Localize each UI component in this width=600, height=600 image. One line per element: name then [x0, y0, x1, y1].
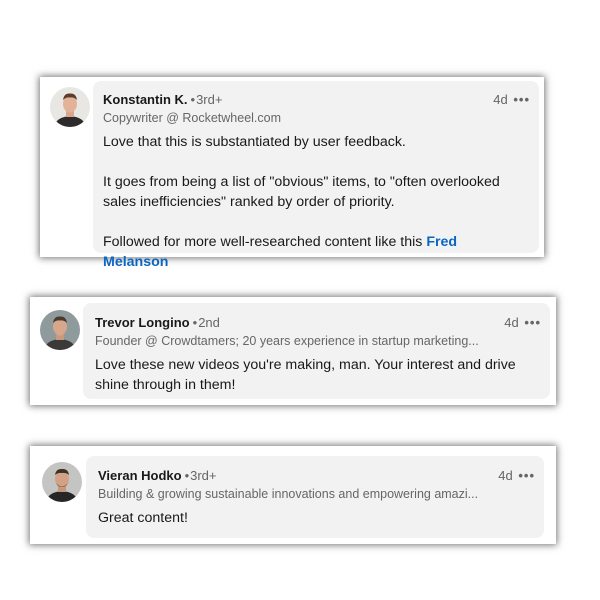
author-headline: Building & growing sustainable innovatio… — [98, 487, 479, 501]
author-name[interactable]: Vieran Hodko — [98, 468, 182, 483]
avatar[interactable] — [50, 87, 90, 127]
comment-paragraph: Love these new videos you're making, man… — [95, 357, 516, 393]
comment-paragraph: Love that this is substantiated by user … — [103, 134, 406, 150]
comment-card: Vieran Hodko •3rd+ Building & growing sus… — [30, 446, 556, 544]
comment-card: Konstantin K. •3rd+ Copywriter @ Rocketwh… — [40, 77, 544, 270]
comment-text: Love that this is substantiated by user … — [103, 132, 523, 272]
comment-meta: 4d ••• — [504, 315, 541, 330]
author-line: Konstantin K. •3rd+ — [103, 92, 222, 107]
comment-paragraph: Followed for more well-researched conten… — [103, 232, 523, 272]
separator-dot: • — [184, 468, 190, 483]
more-horizontal-icon[interactable]: ••• — [524, 315, 541, 330]
separator-dot: • — [190, 92, 196, 107]
more-horizontal-icon[interactable]: ••• — [518, 468, 535, 483]
connection-degree: 2nd — [198, 315, 220, 330]
comment-text: Great content! — [98, 508, 528, 528]
avatar[interactable] — [40, 310, 80, 350]
comment-paragraph: It goes from being a list of "obvious" i… — [103, 174, 500, 210]
author-name[interactable]: Konstantin K. — [103, 92, 188, 107]
comment-meta: 4d ••• — [498, 468, 535, 483]
comment-text: Love these new videos you're making, man… — [95, 355, 535, 395]
author-headline: Founder @ Crowdtamers; 20 years experien… — [95, 334, 479, 348]
author-name[interactable]: Trevor Longino — [95, 315, 190, 330]
author-line: Trevor Longino •2nd — [95, 315, 220, 330]
comment-paragraph-text: Followed for more well-researched conten… — [103, 234, 423, 250]
connection-degree: 3rd+ — [190, 468, 217, 483]
separator-dot: • — [192, 315, 198, 330]
comment-bubble: Konstantin K. •3rd+ Copywriter @ Rocketwh… — [93, 81, 539, 270]
author-line: Vieran Hodko •3rd+ — [98, 468, 217, 483]
timestamp: 4d — [493, 92, 508, 107]
author-headline: Copywriter @ Rocketwheel.com — [103, 111, 282, 125]
timestamp: 4d — [504, 315, 519, 330]
timestamp: 4d — [498, 468, 513, 483]
avatar[interactable] — [42, 462, 82, 502]
connection-degree: 3rd+ — [196, 92, 223, 107]
comment-meta: 4d ••• — [493, 92, 530, 107]
comment-paragraph: Great content! — [98, 510, 188, 526]
more-horizontal-icon[interactable]: ••• — [513, 92, 530, 107]
comment-card: Trevor Longino •2nd Founder @ Crowdtamers… — [30, 297, 556, 405]
comment-bubble: Vieran Hodko •3rd+ Building & growing sus… — [86, 456, 544, 538]
comment-bubble: Trevor Longino •2nd Founder @ Crowdtamers… — [83, 303, 550, 399]
